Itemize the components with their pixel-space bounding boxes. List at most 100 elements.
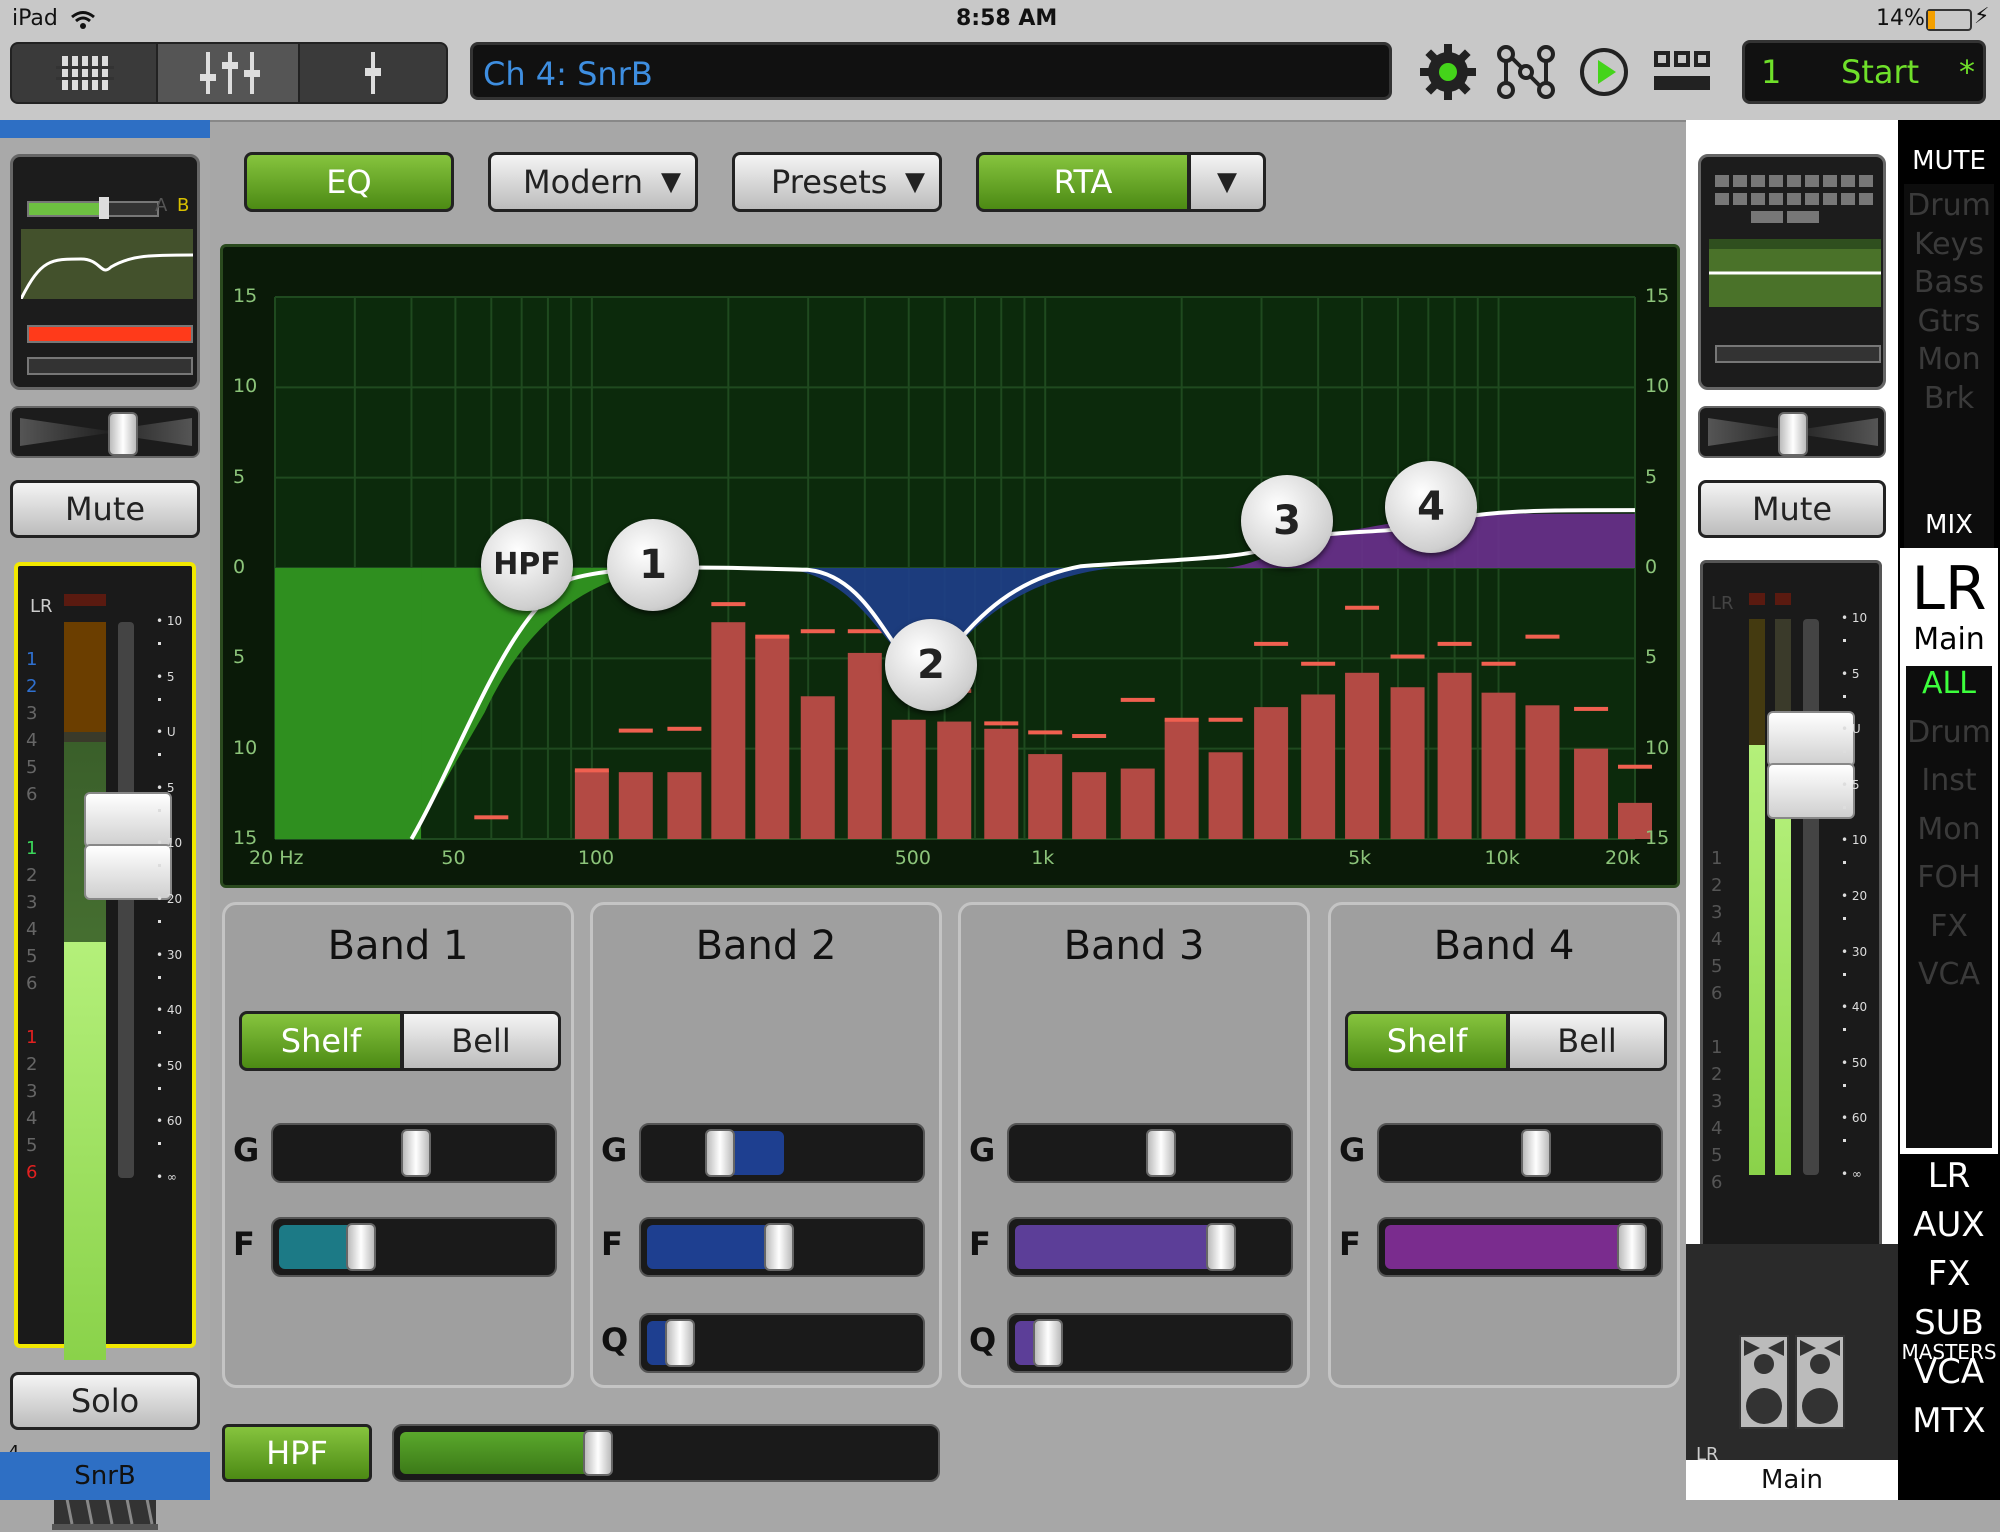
view-group-foh[interactable]: FOH xyxy=(1906,860,1992,895)
shelf-button[interactable]: Shelf xyxy=(1345,1011,1509,1071)
band-f-slider[interactable] xyxy=(271,1217,557,1277)
view-group-fx[interactable]: FX xyxy=(1906,909,1992,944)
master-pan-control[interactable] xyxy=(1698,406,1886,458)
master-type-mtx[interactable]: MTX xyxy=(1898,1401,2000,1441)
band-g-slider[interactable] xyxy=(1377,1123,1663,1183)
master-fader-area[interactable]: LR 123456123456 • 10 • 5 • U • 5 • 10 • 20 • 3… xyxy=(1700,560,1882,1346)
view-channel-button[interactable] xyxy=(298,42,448,104)
gear-icon[interactable] xyxy=(1418,42,1478,102)
mute-group-keys[interactable]: Keys xyxy=(1904,227,1994,262)
snapshot-display[interactable]: 1 Start * xyxy=(1742,40,1986,104)
channel-overview-panel[interactable]: A B xyxy=(10,154,200,390)
band-g-slider[interactable] xyxy=(639,1123,925,1183)
meter-scale-tick: • 5 xyxy=(156,669,175,684)
pan-control[interactable] xyxy=(10,406,200,458)
band1-node[interactable]: 1 xyxy=(607,519,699,611)
eq-graph-canvas[interactable] xyxy=(223,247,1677,885)
master-overview-panel[interactable] xyxy=(1698,154,1886,390)
channel-name-label[interactable]: SnrB xyxy=(0,1452,210,1500)
side-panel: MUTE Drum Keys Bass Gtrs Mon Brk MIX LR Main … xyxy=(1898,120,2000,1500)
view-group-all[interactable]: ALL xyxy=(1906,666,1992,701)
channel-name-display[interactable]: Ch 4: SnrB xyxy=(470,42,1392,100)
band-q-slider[interactable] xyxy=(1007,1313,1293,1373)
mute-group-gtrs[interactable]: Gtrs xyxy=(1904,304,1994,339)
band-q-slider-thumb[interactable] xyxy=(664,1319,695,1367)
master-type-aux[interactable]: AUX xyxy=(1898,1205,2000,1245)
rta-options-dropdown[interactable]: ▼ xyxy=(1188,152,1266,212)
eq-enable-button[interactable]: EQ xyxy=(244,152,454,212)
chevron-down-icon: ▼ xyxy=(1217,167,1237,197)
band-f-slider[interactable] xyxy=(1007,1217,1293,1277)
hpf-enable-button[interactable]: HPF xyxy=(222,1424,372,1482)
bell-button[interactable]: Bell xyxy=(1507,1011,1667,1071)
shelf-button[interactable]: Shelf xyxy=(239,1011,403,1071)
eq-graph[interactable]: 15 10 5 0 5 10 15 15 10 5 0 5 10 15 20 Hz 50 100 500 1k 5… xyxy=(220,244,1680,888)
band-f-slider-thumb[interactable] xyxy=(763,1223,794,1271)
master-type-lr[interactable]: LR xyxy=(1898,1156,2000,1196)
band-q-slider[interactable] xyxy=(639,1313,925,1373)
rta-bar xyxy=(984,728,1019,839)
presets-dropdown[interactable]: Presets ▼ xyxy=(732,152,942,212)
y-tick-right: 5 xyxy=(1645,465,1658,488)
band-f-slider[interactable] xyxy=(639,1217,925,1277)
band3-node[interactable]: 3 xyxy=(1241,475,1333,567)
band-q-slider-thumb[interactable] xyxy=(1032,1319,1063,1367)
master-mute-button[interactable]: Mute xyxy=(1698,480,1886,538)
ab-b-label: B xyxy=(177,195,190,216)
view-grid-button[interactable] xyxy=(10,42,160,104)
band-f-slider-thumb[interactable] xyxy=(346,1223,377,1271)
view-group-inst[interactable]: Inst xyxy=(1906,763,1992,798)
band2-node[interactable]: 2 xyxy=(885,619,977,711)
y-tick-right: 10 xyxy=(1645,736,1670,759)
meter-scale-dot xyxy=(158,1031,161,1035)
band-g-slider-thumb[interactable] xyxy=(1521,1129,1552,1177)
play-icon[interactable] xyxy=(1578,46,1630,98)
band-g-slider[interactable] xyxy=(271,1123,557,1183)
master-name-label[interactable]: Main xyxy=(1686,1460,1898,1500)
snapshots-icon[interactable] xyxy=(1652,50,1712,94)
band-f-slider-thumb[interactable] xyxy=(1616,1223,1647,1271)
rta-peak xyxy=(1301,661,1336,666)
mute-group-mon[interactable]: Mon xyxy=(1904,342,1994,377)
battery-percent: 14% xyxy=(1876,6,1925,31)
view-group-vca[interactable]: VCA xyxy=(1906,957,1992,992)
hpf-slider[interactable] xyxy=(392,1424,940,1482)
f-label: F xyxy=(969,1225,991,1263)
band4-node[interactable]: 4 xyxy=(1385,461,1477,553)
band-g-slider-thumb[interactable] xyxy=(1145,1129,1176,1177)
routing-icon[interactable] xyxy=(1496,44,1556,100)
view-group-drum[interactable]: Drum xyxy=(1906,715,1992,750)
mute-button[interactable]: Mute xyxy=(10,480,200,538)
mix-lr-label[interactable]: LR xyxy=(1900,554,1998,624)
hpf-node[interactable]: HPF xyxy=(481,519,573,611)
master-type-fx[interactable]: FX xyxy=(1898,1254,2000,1294)
channel-fader-area[interactable]: LR 123456123456123456 • 10 • 5 • U • 5 • 10 •… xyxy=(14,562,196,1360)
master-eq-thumbnail[interactable] xyxy=(1709,239,1881,307)
rta-bar xyxy=(1164,719,1199,839)
master-pan-knob[interactable] xyxy=(1778,412,1808,456)
band-f-slider-thumb[interactable] xyxy=(1205,1223,1236,1271)
eq-mode-dropdown[interactable]: Modern ▼ xyxy=(488,152,698,212)
bell-button[interactable]: Bell xyxy=(401,1011,561,1071)
meter-scale-dot xyxy=(158,975,161,979)
chevron-down-icon: ▼ xyxy=(905,167,925,197)
band-g-slider[interactable] xyxy=(1007,1123,1293,1183)
mute-group-drum[interactable]: Drum xyxy=(1904,188,1994,223)
solo-button[interactable]: Solo xyxy=(10,1372,200,1430)
mute-group-brk[interactable]: Brk xyxy=(1904,381,1994,416)
band-f-slider[interactable] xyxy=(1377,1217,1663,1277)
pan-knob[interactable] xyxy=(108,412,138,456)
clip-indicator xyxy=(64,594,106,606)
band-g-slider-thumb[interactable] xyxy=(704,1129,735,1177)
view-group-mon[interactable]: Mon xyxy=(1906,812,1992,847)
band-panel-3: Band 3 G F Q xyxy=(958,902,1310,1388)
mute-group-bass[interactable]: Bass xyxy=(1904,265,1994,300)
meter-scale-tick: • 10 xyxy=(1841,833,1868,848)
eq-thumbnail[interactable] xyxy=(21,229,193,299)
hpf-slider-thumb[interactable] xyxy=(583,1430,614,1476)
master-type-sub[interactable]: SUB xyxy=(1898,1303,2000,1343)
band-title: Band 1 xyxy=(327,923,469,969)
view-mixer-button[interactable] xyxy=(156,42,302,104)
rta-enable-button[interactable]: RTA xyxy=(976,152,1190,212)
band-g-slider-thumb[interactable] xyxy=(401,1129,431,1177)
